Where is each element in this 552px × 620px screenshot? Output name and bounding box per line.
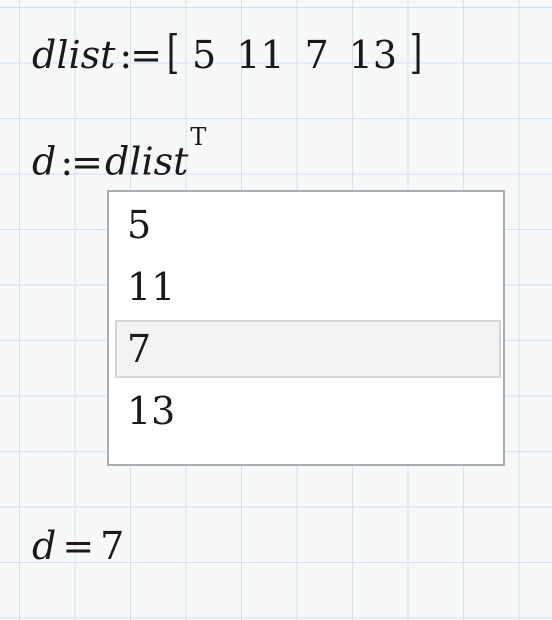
- matrix-cell[interactable]: 13: [349, 36, 397, 74]
- d-definition[interactable]: d:= dlistT: [32, 125, 206, 184]
- d-variable: d: [32, 524, 57, 568]
- dropdown-option[interactable]: 13: [115, 382, 501, 440]
- dropdown-option[interactable]: 11: [115, 258, 501, 316]
- matrix-cell[interactable]: 5: [192, 36, 216, 74]
- dropdown-option[interactable]: 5: [115, 196, 501, 254]
- transpose-superscript: T: [190, 123, 207, 151]
- dlist-reference: dlist: [104, 139, 189, 184]
- dlist-definition[interactable]: dlist:=[5 11 7 13]: [32, 29, 425, 75]
- close-bracket: ]: [409, 25, 423, 79]
- open-bracket: [: [166, 25, 180, 79]
- d-variable: d: [32, 139, 57, 184]
- d-evaluation[interactable]: d = 7: [32, 527, 124, 565]
- value-dropdown-list[interactable]: 5 11 7 13: [107, 190, 505, 466]
- equals-operator: =: [62, 524, 95, 568]
- assign-operator: :=: [119, 33, 162, 77]
- assign-operator: :=: [60, 139, 103, 184]
- dropdown-option-selected[interactable]: 7: [115, 320, 501, 378]
- dlist-variable: dlist: [32, 33, 116, 77]
- evaluation-result: 7: [100, 524, 125, 568]
- matrix-cell[interactable]: 11: [236, 36, 284, 74]
- matrix-cell[interactable]: 7: [305, 36, 329, 74]
